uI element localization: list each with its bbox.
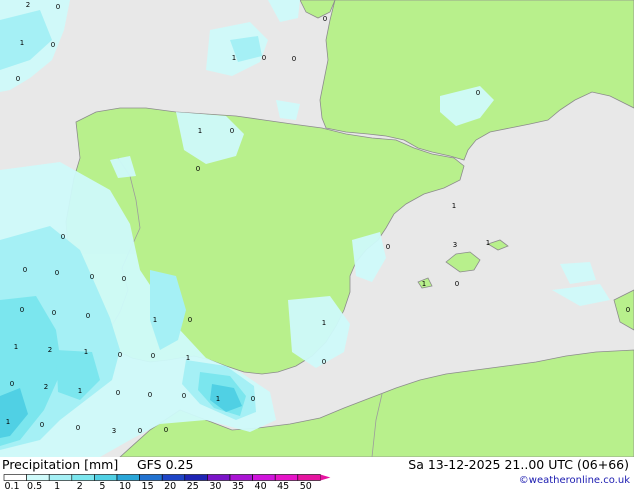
precip-value-label: 1 — [186, 354, 190, 362]
scale-swatch — [94, 474, 118, 481]
precip-value-label: 0 — [148, 391, 152, 399]
precip-value-label: 0 — [182, 392, 186, 400]
precip-value-label: 0 — [164, 426, 168, 434]
scale-swatch — [26, 474, 50, 481]
precip-value-label: 0 — [626, 306, 630, 314]
precip-value-label: 0 — [61, 233, 65, 241]
precip-value-label: 1 — [322, 319, 326, 327]
precip-value-label: 0 — [16, 75, 20, 83]
scale-swatch — [139, 474, 163, 481]
precip-value-label: 0 — [196, 165, 200, 173]
scale-tick-label: 45 — [277, 481, 290, 492]
precip-value-label: 0 — [251, 395, 255, 403]
precip-value-label: 1 — [232, 54, 236, 62]
scale-tick-label: 30 — [209, 481, 222, 492]
scale-swatch — [161, 474, 186, 481]
legend-bar: Precipitation [mm] GFS 0.25 Sa 13-12-202… — [0, 457, 634, 492]
precip-value-label: 1 — [78, 387, 82, 395]
precip-value-label: 3 — [453, 241, 457, 249]
precip-value-label: 1 — [452, 202, 456, 210]
scale-swatch — [3, 474, 27, 481]
scale-tick-label: 35 — [231, 481, 245, 492]
precip-value-label: 0 — [151, 352, 155, 360]
precip-value-label: 3 — [112, 427, 116, 435]
scale-swatch — [297, 474, 321, 481]
scale-swatch — [207, 474, 231, 481]
precip-value-label: 0 — [455, 280, 459, 288]
precip-value-label: 1 — [486, 239, 490, 247]
precip-value-label: 0 — [86, 312, 90, 320]
scale-tick-label: 15 — [141, 481, 154, 492]
precip-value-label: 0 — [76, 424, 80, 432]
scale-tick-label: 0.1 — [4, 481, 20, 492]
scale-swatch — [116, 474, 140, 481]
scale-tick-label: 0.5 — [27, 481, 43, 492]
precip-value-label: 1 — [422, 280, 426, 288]
precip-value-label: 0 — [40, 421, 44, 429]
precip-value-label: 0 — [116, 389, 120, 397]
precip-value-label: 0 — [56, 3, 60, 11]
scale-tick-label: 1 — [54, 481, 61, 492]
scale-tick-label: 5 — [99, 481, 106, 492]
precip-value-label: 0 — [20, 306, 24, 314]
product-title: Precipitation [mm] — [2, 457, 119, 472]
precip-value-label: 0 — [322, 358, 326, 366]
scale-swatch — [184, 474, 208, 481]
precip-value-label: 0 — [90, 273, 94, 281]
map-canvas: 2 0 1 0 0 1 0 0 0 1 0 0 0 0 0 0 0 0 0 0 0 1 0 1 1 2 1 0 0 1 0 0 2 1 0 0 0 1 0 1… — [0, 0, 634, 457]
scale-tick-label: 20 — [164, 481, 177, 492]
scale-tick-label: 2 — [76, 481, 83, 492]
precip-value-label: 1 — [6, 418, 10, 426]
precip-value-label: 0 — [23, 266, 27, 274]
precipitation-map: 2 0 1 0 0 1 0 0 0 1 0 0 0 0 0 0 0 0 0 0 0 1 0 1 1 2 1 0 0 1 0 0 2 1 0 0 0 1 0 1… — [0, 0, 634, 457]
precip-value-label: 0 — [52, 309, 56, 317]
precip-value-label: 0 — [323, 15, 327, 23]
precip-value-label: 0 — [292, 55, 296, 63]
scale-tick-label: 50 — [299, 481, 312, 492]
scale-swatch — [48, 474, 73, 481]
precip-value-label: 0 — [230, 127, 234, 135]
precip-value-label: 1 — [216, 395, 220, 403]
precip-value-label: 0 — [386, 243, 390, 251]
precip-value-label: 1 — [153, 316, 157, 324]
scale-swatch — [229, 474, 253, 481]
precip-value-label: 0 — [51, 41, 55, 49]
precip-value-label: 1 — [14, 343, 18, 351]
precip-value-label: 1 — [84, 348, 88, 356]
precip-value-label: 0 — [122, 275, 126, 283]
precip-value-label: 0 — [10, 380, 14, 388]
precip-value-label: 2 — [26, 1, 30, 9]
precip-value-label: 1 — [198, 127, 202, 135]
scale-swatch — [252, 474, 276, 481]
precip-value-label: 1 — [20, 39, 24, 47]
precip-value-label: 0 — [476, 89, 480, 97]
scale-swatch — [274, 474, 299, 481]
scale-swatch — [71, 474, 95, 481]
scale-tick-label: 25 — [186, 481, 199, 492]
precip-value-label: 2 — [44, 383, 48, 391]
precip-value-label: 0 — [118, 351, 122, 359]
precip-value-label: 0 — [138, 427, 142, 435]
credit-link[interactable]: ©weatheronline.co.uk — [519, 475, 630, 486]
scale-arrow — [320, 474, 331, 481]
scale-tick-label: 40 — [254, 481, 267, 492]
precip-value-label: 0 — [262, 54, 266, 62]
model-name: GFS 0.25 — [137, 457, 194, 472]
precip-value-label: 2 — [48, 346, 52, 354]
scale-tick-label: 10 — [118, 481, 132, 492]
precip-value-label: 0 — [55, 269, 59, 277]
precip-value-label: 0 — [188, 316, 192, 324]
valid-time: Sa 13-12-2025 21..00 UTC (06+66) — [408, 457, 629, 472]
